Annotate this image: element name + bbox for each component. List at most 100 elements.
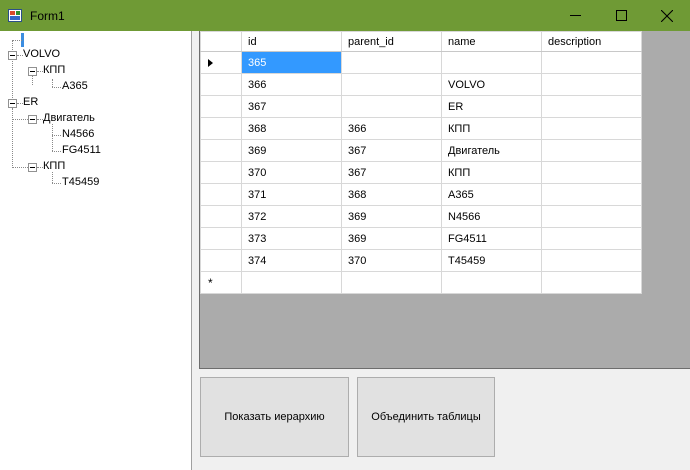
row-header[interactable] bbox=[200, 161, 242, 184]
grid-cell[interactable] bbox=[341, 95, 442, 118]
grid-cell[interactable] bbox=[341, 271, 442, 294]
grid-cell[interactable] bbox=[441, 271, 542, 294]
column-header-parent-id[interactable]: parent_id bbox=[341, 31, 442, 52]
collapse-icon[interactable] bbox=[28, 163, 37, 172]
grid-cell[interactable]: 373 bbox=[241, 227, 342, 250]
table-row[interactable]: 371 368 A365 bbox=[200, 183, 642, 206]
grid-cell[interactable]: КПП bbox=[441, 161, 542, 184]
close-button[interactable] bbox=[644, 0, 690, 31]
tree-node-kpp-volvo[interactable]: КПП bbox=[0, 63, 190, 79]
grid-cell[interactable]: 367 bbox=[341, 139, 442, 162]
collapse-icon[interactable] bbox=[28, 115, 37, 124]
grid-cell[interactable]: 369 bbox=[241, 139, 342, 162]
grid-cell[interactable]: 368 bbox=[341, 183, 442, 206]
tree-node-kpp-er[interactable]: КПП bbox=[0, 159, 190, 175]
collapse-icon[interactable] bbox=[28, 67, 37, 76]
collapse-icon[interactable] bbox=[8, 51, 17, 60]
row-header[interactable]: * bbox=[200, 271, 242, 294]
grid-cell[interactable] bbox=[241, 271, 342, 294]
grid-cell[interactable]: 367 bbox=[241, 95, 342, 118]
grid-cell[interactable]: N4566 bbox=[441, 205, 542, 228]
tree-node-label: FG4511 bbox=[62, 144, 101, 156]
tree-node-t45459[interactable]: T45459 bbox=[0, 172, 190, 191]
data-grid[interactable]: id parent_id name description 365 366 VO… bbox=[199, 31, 690, 369]
table-row[interactable]: 368 366 КПП bbox=[200, 117, 642, 140]
tree-node-n4566[interactable]: N4566 bbox=[0, 127, 190, 143]
grid-cell[interactable] bbox=[541, 73, 642, 96]
grid-cell[interactable]: 366 bbox=[241, 73, 342, 96]
grid-corner-header[interactable] bbox=[200, 31, 242, 52]
minimize-button[interactable] bbox=[553, 0, 599, 31]
grid-cell[interactable] bbox=[541, 161, 642, 184]
grid-cell[interactable]: VOLVO bbox=[441, 73, 542, 96]
grid-cell[interactable]: 366 bbox=[341, 117, 442, 140]
grid-cell[interactable] bbox=[541, 183, 642, 206]
grid-cell[interactable]: 371 bbox=[241, 183, 342, 206]
tree-node-a365[interactable]: A365 bbox=[0, 79, 190, 95]
join-tables-button[interactable]: Объединить таблицы bbox=[357, 377, 495, 457]
grid-cell[interactable] bbox=[541, 51, 642, 74]
table-row[interactable]: 374 370 T45459 bbox=[200, 249, 642, 272]
row-header[interactable] bbox=[200, 227, 242, 250]
tree-node-er[interactable]: ER bbox=[0, 95, 190, 111]
row-header[interactable] bbox=[200, 205, 242, 228]
tree-node-label: VOLVO bbox=[23, 48, 61, 60]
grid-cell[interactable]: Двигатель bbox=[441, 139, 542, 162]
grid-cell[interactable] bbox=[541, 117, 642, 140]
grid-cell[interactable] bbox=[341, 73, 442, 96]
grid-cell[interactable] bbox=[541, 271, 642, 294]
grid-cell[interactable]: КПП bbox=[441, 117, 542, 140]
column-header-id[interactable]: id bbox=[241, 31, 342, 52]
tree-node-label: N4566 bbox=[62, 128, 95, 140]
row-header[interactable] bbox=[200, 95, 242, 118]
collapse-icon[interactable] bbox=[8, 99, 17, 108]
table-row[interactable]: 373 369 FG4511 bbox=[200, 227, 642, 250]
maximize-icon bbox=[616, 10, 627, 21]
grid-cell[interactable] bbox=[541, 139, 642, 162]
tree-node-fg4511[interactable]: FG4511 bbox=[0, 143, 190, 159]
grid-cell[interactable] bbox=[541, 205, 642, 228]
table-row[interactable]: 367 ER bbox=[200, 95, 642, 118]
row-header[interactable] bbox=[200, 51, 242, 74]
table-row[interactable]: 370 367 КПП bbox=[200, 161, 642, 184]
grid-cell[interactable]: A365 bbox=[441, 183, 542, 206]
grid-cell[interactable] bbox=[541, 227, 642, 250]
row-header[interactable] bbox=[200, 139, 242, 162]
table-row[interactable]: 366 VOLVO bbox=[200, 73, 642, 96]
table-row[interactable]: 369 367 Двигатель bbox=[200, 139, 642, 162]
tree-node-engine[interactable]: Двигатель bbox=[0, 111, 190, 127]
column-header-description[interactable]: description bbox=[541, 31, 642, 52]
grid-cell[interactable] bbox=[341, 51, 442, 74]
title-bar[interactable]: Form1 bbox=[0, 0, 690, 31]
column-header-name[interactable]: name bbox=[441, 31, 542, 52]
row-header[interactable] bbox=[200, 117, 242, 140]
app-icon[interactable] bbox=[8, 9, 22, 22]
grid-cell[interactable]: ER bbox=[441, 95, 542, 118]
row-header[interactable] bbox=[200, 183, 242, 206]
tree-view[interactable]: VOLVO КПП A365 ER Двигатель N4566 FG4511 bbox=[0, 31, 192, 470]
grid-cell[interactable]: 367 bbox=[341, 161, 442, 184]
grid-cell[interactable] bbox=[441, 51, 542, 74]
table-row[interactable]: 372 369 N4566 bbox=[200, 205, 642, 228]
grid-cell[interactable]: 365 bbox=[241, 51, 342, 74]
grid-cell[interactable]: T45459 bbox=[441, 249, 542, 272]
table-row[interactable]: 365 bbox=[200, 51, 642, 74]
row-header[interactable] bbox=[200, 73, 242, 96]
grid-cell[interactable]: 370 bbox=[341, 249, 442, 272]
maximize-button[interactable] bbox=[599, 0, 645, 31]
grid-cell[interactable]: FG4511 bbox=[441, 227, 542, 250]
tree-node-label: A365 bbox=[62, 80, 88, 92]
grid-cell[interactable]: 368 bbox=[241, 117, 342, 140]
grid-cell[interactable] bbox=[541, 95, 642, 118]
new-row[interactable]: * bbox=[200, 271, 642, 294]
grid-cell[interactable] bbox=[541, 249, 642, 272]
grid-cell[interactable]: 372 bbox=[241, 205, 342, 228]
grid-cell[interactable]: 374 bbox=[241, 249, 342, 272]
minimize-icon bbox=[570, 15, 581, 16]
tree-node-volvo[interactable]: VOLVO bbox=[0, 47, 190, 63]
show-hierarchy-button[interactable]: Показать иерархию bbox=[200, 377, 349, 457]
grid-cell[interactable]: 369 bbox=[341, 227, 442, 250]
row-header[interactable] bbox=[200, 249, 242, 272]
grid-cell[interactable]: 369 bbox=[341, 205, 442, 228]
grid-cell[interactable]: 370 bbox=[241, 161, 342, 184]
